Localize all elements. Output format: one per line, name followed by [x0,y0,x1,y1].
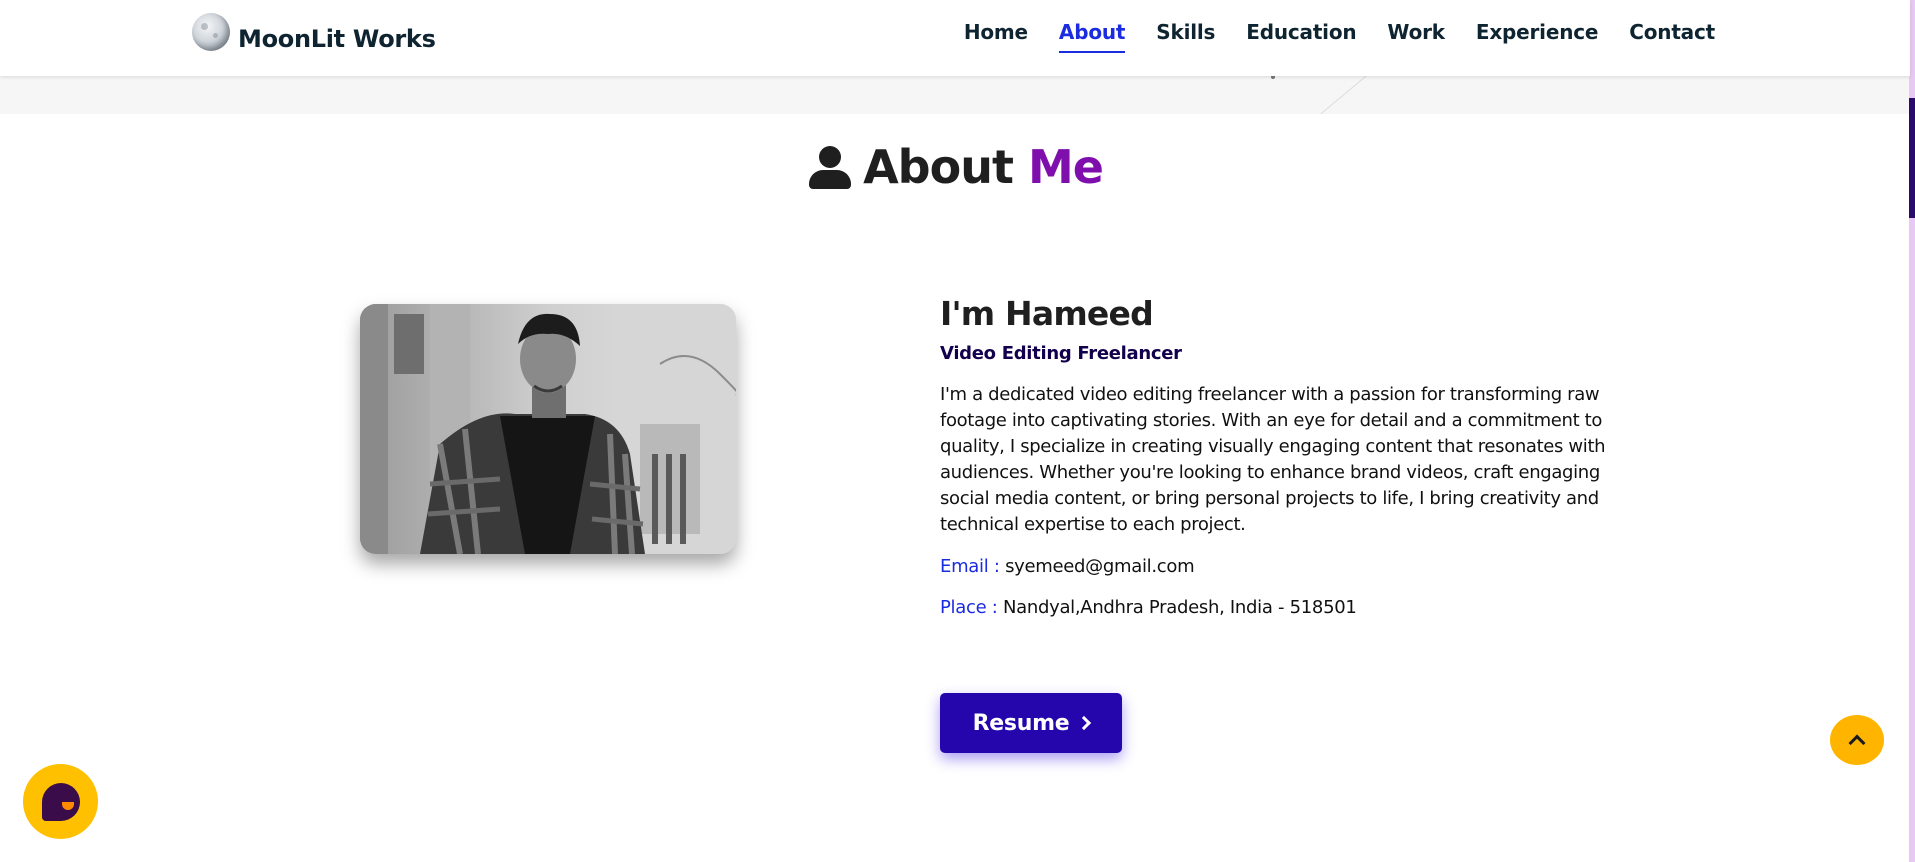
nav-link-about[interactable]: About [1058,20,1125,53]
section-heading: About Me [0,140,1910,194]
decorative-line [1320,76,1367,114]
hero-section-bottom [0,76,1910,114]
email-row: Email : syemeed@gmail.com [940,556,1640,577]
section-title-accent: Me [1027,140,1104,194]
navbar: MoonLit Works Home About Skills Educatio… [0,0,1910,76]
brand-logo[interactable]: MoonLit Works [192,11,436,53]
place-label: Place : [940,597,998,618]
nav-link-contact[interactable]: Contact [1629,20,1715,53]
nav-link-home[interactable]: Home [964,20,1028,53]
place-row: Place : Nandyal,Andhra Pradesh, India - … [940,597,1640,618]
moon-icon [192,13,230,51]
about-content: I'm Hameed Video Editing Freelancer I'm … [940,294,1640,618]
nav-link-work[interactable]: Work [1387,20,1445,53]
resume-button-label: Resume [972,710,1070,736]
brand-name: MoonLit Works [238,25,436,53]
chat-icon [42,783,80,821]
chevron-right-icon [1077,715,1092,731]
email-label: Email : [940,556,1000,577]
chevron-up-icon [1848,734,1866,752]
section-title: About Me [863,140,1104,194]
nav-link-skills[interactable]: Skills [1156,20,1215,53]
decorative-dot [1271,76,1275,79]
user-icon [807,144,853,190]
profile-photo [360,304,736,554]
scrollbar-track[interactable] [1909,0,1915,862]
resume-button[interactable]: Resume [940,693,1122,753]
profile-bio: I'm a dedicated video editing freelancer… [940,384,1606,535]
profile-name: I'm Hameed [940,294,1154,333]
place-value: Nandyal,Andhra Pradesh, India - 518501 [1002,597,1357,618]
profile-role: Video Editing Freelancer [940,343,1182,364]
chat-widget-button[interactable] [23,764,98,839]
email-value[interactable]: syemeed@gmail.com [1005,556,1195,577]
nav-menu: Home About Skills Education Work Experie… [964,20,1715,53]
scroll-top-button[interactable] [1830,715,1884,765]
section-title-main: About [863,140,1014,194]
nav-link-experience[interactable]: Experience [1476,20,1599,53]
nav-link-education[interactable]: Education [1246,20,1356,53]
